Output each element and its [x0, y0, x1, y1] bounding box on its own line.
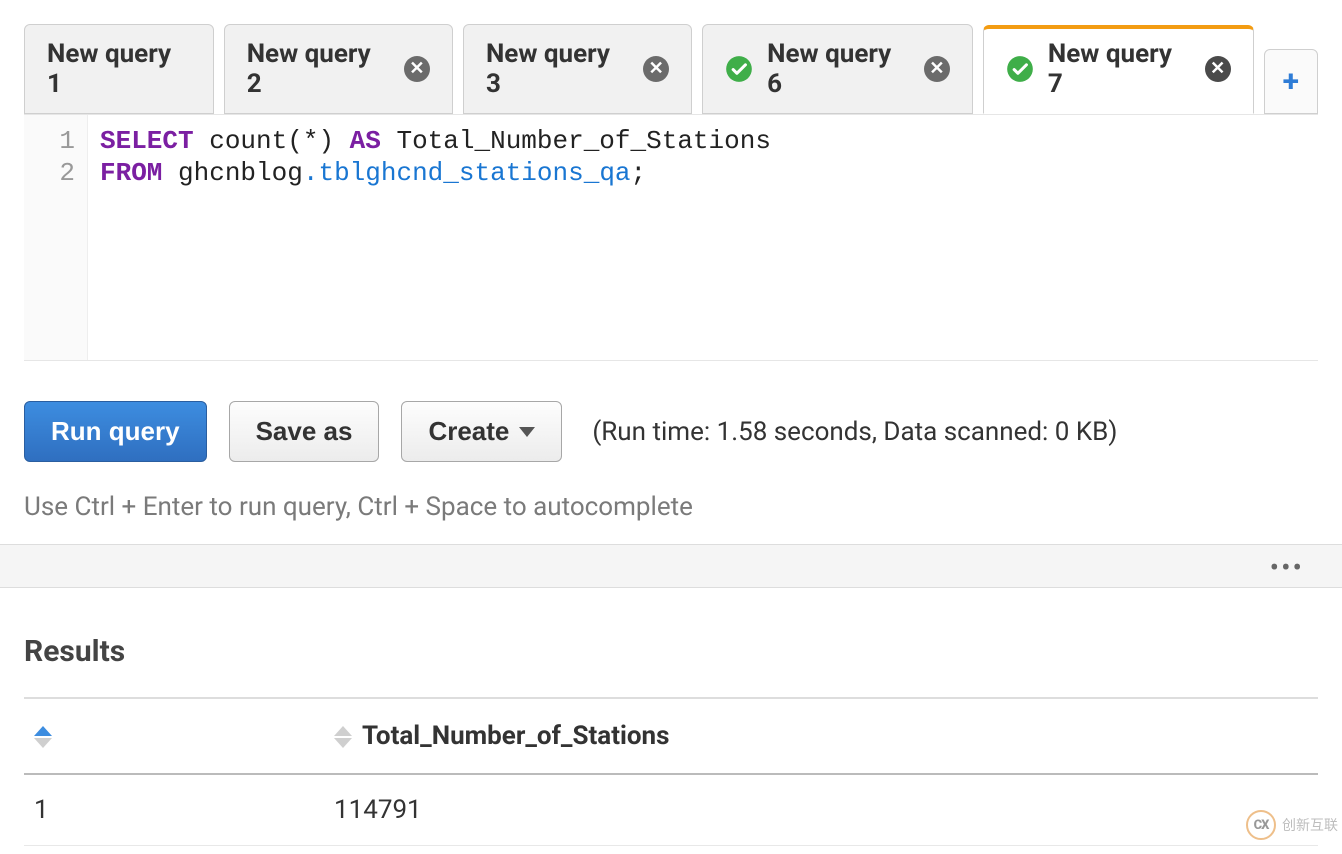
close-icon[interactable]: ✕ [404, 56, 430, 82]
tab-label: New query 3 [486, 39, 629, 99]
code-token: ghcnblog [162, 158, 302, 188]
tab-label: New query 2 [247, 39, 390, 99]
watermark-badge: CX [1246, 810, 1276, 840]
tab-query-1[interactable]: New query 1 [24, 24, 214, 114]
tab-label: New query 7 [1048, 39, 1191, 99]
code-token: Total_Number_of_Stations [381, 126, 771, 156]
watermark: CX 创新互联 [1246, 810, 1338, 840]
run-query-button[interactable]: Run query [24, 401, 207, 462]
code-token: count(*) [194, 126, 350, 156]
watermark-text: 创新互联 [1282, 815, 1338, 835]
cell-__rownum: 1 [24, 774, 324, 846]
code-token: tblghcnd_stations_qa [318, 158, 630, 188]
code-token: SELECT [100, 126, 194, 156]
sort-icon[interactable] [334, 726, 352, 748]
tabs-row: New query 1New query 2✕New query 3✕New q… [0, 0, 1342, 114]
create-button[interactable]: Create [401, 401, 562, 462]
cell-Total_Number_of_Stations: 114791 [324, 774, 1318, 846]
code-token: ; [631, 158, 647, 188]
tab-query-3[interactable]: New query 3 ✕ [463, 24, 692, 114]
results-divider: ••• [0, 544, 1342, 588]
results-header-row: Total_Number_of_Stations [24, 698, 1318, 774]
code-line[interactable]: FROM ghcnblog.tblghcnd_stations_qa; [100, 157, 1306, 189]
results-title: Results [24, 634, 1318, 669]
tab-query-2[interactable]: New query 2 ✕ [224, 24, 453, 114]
sql-editor[interactable]: 12 SELECT count(*) AS Total_Number_of_St… [24, 114, 1318, 361]
run-query-label: Run query [51, 416, 180, 447]
athena-query-editor: New query 1New query 2✕New query 3✕New q… [0, 0, 1342, 854]
save-as-button[interactable]: Save as [229, 401, 380, 462]
new-tab-button[interactable]: + [1264, 49, 1318, 114]
success-check-icon [1006, 55, 1034, 83]
keyboard-hint: Use Ctrl + Enter to run query, Ctrl + Sp… [0, 476, 1342, 544]
line-number: 1 [24, 125, 75, 157]
action-bar: Run query Save as Create (Run time: 1.58… [0, 361, 1342, 476]
close-icon[interactable]: ✕ [643, 56, 669, 82]
column-header-__rownum[interactable] [24, 698, 324, 774]
line-number: 2 [24, 157, 75, 189]
sort-icon[interactable] [34, 726, 52, 748]
tab-label: New query 1 [47, 39, 191, 99]
table-row[interactable]: 1114791 [24, 774, 1318, 846]
code-token: AS [350, 126, 381, 156]
create-label: Create [428, 416, 509, 447]
column-header-Total_Number_of_Stations[interactable]: Total_Number_of_Stations [324, 698, 1318, 774]
code-token: . [303, 158, 319, 188]
close-icon[interactable]: ✕ [924, 56, 950, 82]
success-check-icon [725, 55, 753, 83]
tab-query-5[interactable]: New query 7 ✕ [983, 25, 1254, 114]
results-table: Total_Number_of_Stations 1114791 [24, 697, 1318, 846]
editor-code[interactable]: SELECT count(*) AS Total_Number_of_Stati… [88, 115, 1318, 360]
code-token: FROM [100, 158, 162, 188]
close-icon[interactable]: ✕ [1205, 56, 1231, 82]
run-info: (Run time: 1.58 seconds, Data scanned: 0… [592, 417, 1117, 447]
save-as-label: Save as [256, 416, 353, 447]
chevron-down-icon [519, 427, 535, 437]
column-label: Total_Number_of_Stations [362, 721, 669, 751]
editor-gutter: 12 [24, 115, 88, 360]
results-body: 1114791 [24, 774, 1318, 846]
tab-label: New query 6 [767, 39, 910, 99]
tab-query-4[interactable]: New query 6 ✕ [702, 24, 973, 114]
results-panel: Results Total_Number_of_Stations 1114791 [0, 588, 1342, 854]
code-line[interactable]: SELECT count(*) AS Total_Number_of_Stati… [100, 125, 1306, 157]
resize-handle[interactable]: ••• [1270, 545, 1304, 589]
